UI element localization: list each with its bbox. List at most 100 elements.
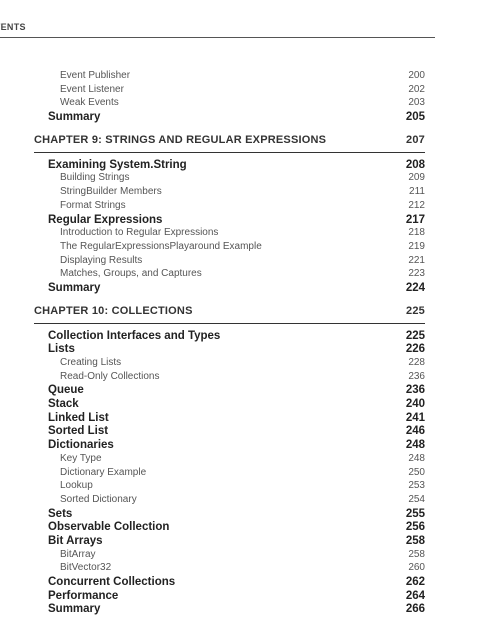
toc-chapter-row[interactable]: CHAPTER 10: COLLECTIONS 225 bbox=[34, 305, 425, 324]
toc-subsection-row[interactable]: BitArray 258 bbox=[34, 549, 425, 563]
toc-subsection-row[interactable]: The RegularExpressionsPlayaround Example… bbox=[34, 241, 425, 255]
toc-subsection-row[interactable]: Creating Lists 228 bbox=[34, 357, 425, 371]
toc-entry-title: Concurrent Collections bbox=[48, 576, 176, 588]
toc-entry-page-number: 208 bbox=[405, 158, 425, 171]
toc-section-row[interactable]: Observable Collection 256 bbox=[34, 521, 425, 535]
toc-subsection-row[interactable]: BitVector32 260 bbox=[34, 562, 425, 576]
toc-entry-title: Collection Interfaces and Types bbox=[48, 329, 221, 342]
toc-entry-title: Weak Events bbox=[60, 97, 119, 109]
toc-entry-title: Read-Only Collections bbox=[60, 370, 160, 382]
toc-subsection-row[interactable]: Event Publisher 200 bbox=[34, 70, 425, 84]
toc-entry-page-number: 223 bbox=[408, 268, 425, 280]
toc-subsection-row[interactable]: Sorted Dictionary 254 bbox=[34, 494, 425, 508]
toc-subsection-row[interactable]: StringBuilder Members 211 bbox=[34, 186, 425, 200]
toc-entry-title: Dictionary Example bbox=[60, 466, 147, 478]
toc-section-row[interactable]: Queue 236 bbox=[34, 384, 425, 398]
toc-subsection-row[interactable]: Lookup 253 bbox=[34, 480, 425, 494]
toc-entry-title: Bit Arrays bbox=[48, 534, 103, 547]
toc-section-row[interactable]: Lists 226 bbox=[34, 343, 425, 357]
toc-section-row[interactable]: Sets 255 bbox=[34, 508, 425, 522]
toc-subsection-row[interactable]: Dictionary Example 250 bbox=[34, 467, 425, 481]
running-head-rule bbox=[0, 37, 435, 38]
toc-entry-title: Summary bbox=[48, 603, 101, 616]
toc-subsection-row[interactable]: Key Type 248 bbox=[34, 453, 425, 467]
toc-entry-page-number: 212 bbox=[408, 199, 425, 211]
toc-entry-page-number: 241 bbox=[405, 411, 425, 424]
toc-entry-title: BitArray bbox=[60, 548, 96, 560]
toc-entry-page-number: 207 bbox=[406, 133, 425, 146]
toc-entry-title: BitVector32 bbox=[60, 562, 112, 574]
toc-section-row[interactable]: Performance 264 bbox=[34, 590, 425, 604]
toc-entry-title: Sets bbox=[48, 507, 73, 520]
toc-entry-page-number: 228 bbox=[408, 357, 425, 368]
toc-entry-title: Performance bbox=[48, 589, 119, 602]
toc-entry-title: Dictionaries bbox=[48, 439, 114, 452]
toc-entry-page-number: 256 bbox=[405, 521, 425, 534]
toc-entry-page-number: 250 bbox=[408, 466, 425, 478]
toc-section-row[interactable]: Linked List 241 bbox=[34, 412, 425, 426]
toc-entry-title: Displaying Results bbox=[60, 254, 143, 266]
toc-entry-title: Regular Expressions bbox=[48, 213, 163, 226]
toc-section-row[interactable]: Collection Interfaces and Types 225 bbox=[34, 330, 425, 344]
toc-entry-page-number: 266 bbox=[405, 603, 425, 616]
toc-entry-title: StringBuilder Members bbox=[60, 186, 162, 198]
toc-entry-page-number: 253 bbox=[408, 480, 425, 492]
toc-section-row[interactable]: Concurrent Collections 262 bbox=[34, 576, 425, 590]
toc-subsection-row[interactable]: Displaying Results 221 bbox=[34, 255, 425, 269]
toc-entry-page-number: 248 bbox=[408, 452, 425, 464]
toc-entry-title: Key Type bbox=[60, 452, 102, 464]
toc-entry-title: Summary bbox=[48, 111, 101, 124]
toc-section-row[interactable]: Bit Arrays 258 bbox=[34, 535, 425, 549]
toc-section-row[interactable]: Regular Expressions 217 bbox=[34, 214, 425, 228]
toc-entry-title: The RegularExpressionsPlayaround Example bbox=[60, 240, 262, 252]
toc-entry-page-number: 218 bbox=[408, 227, 425, 239]
toc-entry-title: Lists bbox=[48, 343, 75, 356]
toc-section-row[interactable]: Summary 266 bbox=[34, 603, 425, 617]
toc-entry-page-number: 254 bbox=[408, 493, 425, 505]
toc-entry-title: Queue bbox=[48, 384, 84, 397]
toc-entry-title: Building Strings bbox=[60, 172, 130, 184]
toc-subsection-row[interactable]: Event Listener 202 bbox=[34, 84, 425, 98]
toc-entry-title: CHAPTER 9: STRINGS AND REGULAR EXPRESSIO… bbox=[34, 133, 327, 146]
toc-section-row[interactable]: Dictionaries 248 bbox=[34, 439, 425, 453]
toc-entry-page-number: 246 bbox=[405, 425, 425, 438]
toc-entry-title: Linked List bbox=[48, 411, 109, 424]
toc-entry-title: Format Strings bbox=[60, 199, 126, 211]
toc-subsection-row[interactable]: Read-Only Collections 236 bbox=[34, 371, 425, 385]
toc-entry-page-number: 205 bbox=[405, 111, 425, 124]
toc-entry-title: Sorted Dictionary bbox=[60, 493, 137, 505]
toc-chapter-row[interactable]: CHAPTER 9: STRINGS AND REGULAR EXPRESSIO… bbox=[34, 134, 425, 153]
toc-entry-page-number: 236 bbox=[408, 370, 425, 382]
toc-entry-page-number: 264 bbox=[405, 589, 425, 602]
toc-subsection-row[interactable]: Introduction to Regular Expressions 218 bbox=[34, 227, 425, 241]
toc-entry-page-number: 258 bbox=[408, 548, 425, 560]
toc-entry-title: Sorted List bbox=[48, 425, 109, 438]
toc-subsection-row[interactable]: Building Strings 209 bbox=[34, 172, 425, 186]
toc-entry-page-number: 200 bbox=[408, 70, 425, 81]
toc-entry-title: Stack bbox=[48, 398, 79, 411]
toc-entry-title: Examining System.String bbox=[48, 158, 187, 171]
toc-entry-page-number: 255 bbox=[405, 507, 425, 520]
toc-entry-page-number: 209 bbox=[408, 172, 425, 184]
toc-subsection-row[interactable]: Weak Events 203 bbox=[34, 97, 425, 111]
toc-entry-page-number: 262 bbox=[405, 576, 425, 588]
toc-section-row[interactable]: Summary 205 bbox=[34, 111, 425, 125]
toc-entry-title: Matches, Groups, and Captures bbox=[60, 268, 202, 280]
toc-entry-title: Creating Lists bbox=[60, 357, 122, 368]
toc-entry-title: Summary bbox=[48, 281, 101, 294]
toc-section-row[interactable]: Sorted List 246 bbox=[34, 425, 425, 439]
toc-entry-page-number: 224 bbox=[405, 281, 425, 294]
toc-subsection-row[interactable]: Format Strings 212 bbox=[34, 200, 425, 214]
running-head-text: NTENTS bbox=[0, 22, 26, 32]
toc-section-row[interactable]: Summary 224 bbox=[34, 282, 425, 296]
toc-entry-title: Event Listener bbox=[60, 83, 124, 95]
toc-entry-page-number: 211 bbox=[409, 186, 425, 198]
toc-entry-title: Lookup bbox=[60, 480, 93, 492]
toc-entry-title: Event Publisher bbox=[60, 70, 131, 81]
toc-entry-page-number: 217 bbox=[405, 213, 425, 226]
toc-entry-page-number: 202 bbox=[408, 83, 425, 95]
toc-entry-page-number: 221 bbox=[408, 254, 425, 266]
toc-section-row[interactable]: Stack 240 bbox=[34, 398, 425, 412]
toc-section-row[interactable]: Examining System.String 208 bbox=[34, 159, 425, 173]
toc-subsection-row[interactable]: Matches, Groups, and Captures 223 bbox=[34, 268, 425, 282]
